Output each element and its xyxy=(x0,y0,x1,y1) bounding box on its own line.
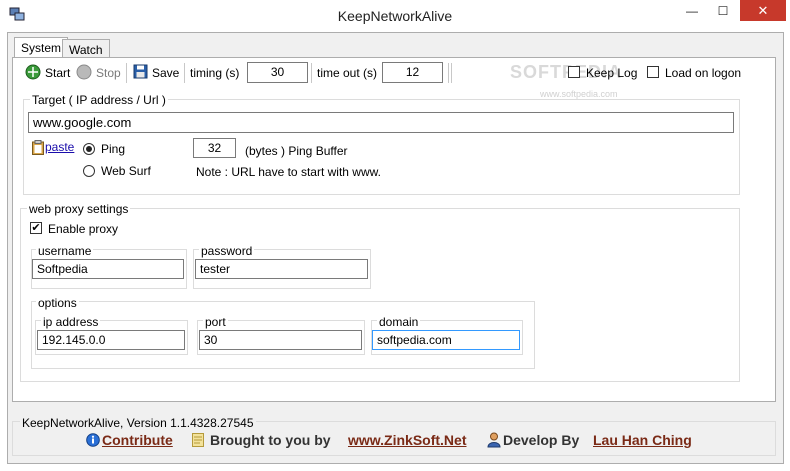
timeout-label: time out (s) xyxy=(317,66,378,80)
keep-log-checkbox[interactable] xyxy=(568,66,580,78)
options-label: options xyxy=(36,296,79,310)
stop-button[interactable]: Stop xyxy=(76,62,121,84)
web-proxy-group-label: web proxy settings xyxy=(27,202,131,216)
timing-input[interactable]: 30 xyxy=(247,62,308,83)
brought-to-you-text: Brought to you by xyxy=(210,432,331,448)
ip-address-label: ip address xyxy=(41,315,101,329)
softpedia-watermark-url: www.softpedia.com xyxy=(540,89,618,99)
contribute-icon xyxy=(86,433,100,450)
ping-label[interactable]: Ping xyxy=(101,142,125,156)
web-surf-label[interactable]: Web Surf xyxy=(101,164,151,178)
paste-icon[interactable] xyxy=(32,140,44,158)
start-button[interactable]: Start xyxy=(25,62,70,84)
version-text: KeepNetworkAlive, Version 1.1.4328.27545 xyxy=(20,416,256,430)
web-surf-radio[interactable] xyxy=(83,165,95,177)
target-url-input[interactable]: www.google.com xyxy=(28,112,734,133)
load-on-logon-label[interactable]: Load on logon xyxy=(665,66,741,80)
port-input[interactable]: 30 xyxy=(199,330,362,350)
timing-label: timing (s) xyxy=(190,66,240,80)
minimize-button[interactable]: — xyxy=(678,0,706,21)
toolbar-grip xyxy=(451,63,452,83)
save-icon xyxy=(133,64,148,82)
ping-radio[interactable] xyxy=(83,143,95,155)
maximize-button[interactable]: ☐ xyxy=(709,0,737,21)
start-label: Start xyxy=(45,66,71,80)
toolbar-separator xyxy=(126,63,127,83)
ping-buffer-input[interactable]: 32 xyxy=(193,138,236,158)
stop-icon xyxy=(76,64,92,83)
username-input[interactable]: Softpedia xyxy=(32,259,184,279)
ip-address-input[interactable]: 192.145.0.0 xyxy=(37,330,185,350)
tab-watch[interactable]: Watch xyxy=(62,39,110,59)
paste-link[interactable]: paste xyxy=(45,140,74,154)
contribute-link[interactable]: Contribute xyxy=(102,432,173,448)
toolbar-separator xyxy=(311,63,312,83)
enable-proxy-label[interactable]: Enable proxy xyxy=(48,222,118,236)
close-button[interactable]: ✕ xyxy=(740,0,786,21)
tab-system[interactable]: System xyxy=(14,37,69,59)
port-label: port xyxy=(203,315,228,329)
domain-input[interactable]: softpedia.com xyxy=(372,330,520,350)
username-label: username xyxy=(36,244,94,258)
develop-by-text: Develop By xyxy=(503,432,580,448)
enable-proxy-checkbox[interactable] xyxy=(30,222,42,234)
password-label: password xyxy=(199,244,255,258)
save-label: Save xyxy=(152,66,180,80)
ping-buffer-label: (bytes ) Ping Buffer xyxy=(245,144,348,158)
note-icon xyxy=(192,433,204,450)
start-icon xyxy=(25,64,41,83)
toolbar-separator xyxy=(184,63,185,83)
window-title: KeepNetworkAlive xyxy=(337,8,453,24)
zinksoft-link[interactable]: www.ZinkSoft.Net xyxy=(348,432,466,448)
save-button[interactable]: Save xyxy=(133,62,179,84)
url-note: Note : URL have to start with www. xyxy=(196,165,381,179)
timeout-input[interactable]: 12 xyxy=(382,62,443,83)
domain-label: domain xyxy=(377,315,421,329)
keep-log-label[interactable]: Keep Log xyxy=(586,66,637,80)
target-group-label: Target ( IP address / Url ) xyxy=(30,93,168,107)
stop-label: Stop xyxy=(96,66,121,80)
load-on-logon-checkbox[interactable] xyxy=(647,66,659,78)
developer-icon xyxy=(487,432,501,451)
toolbar-grip xyxy=(448,63,449,83)
password-input[interactable]: tester xyxy=(195,259,368,279)
author-link[interactable]: Lau Han Ching xyxy=(593,432,692,448)
